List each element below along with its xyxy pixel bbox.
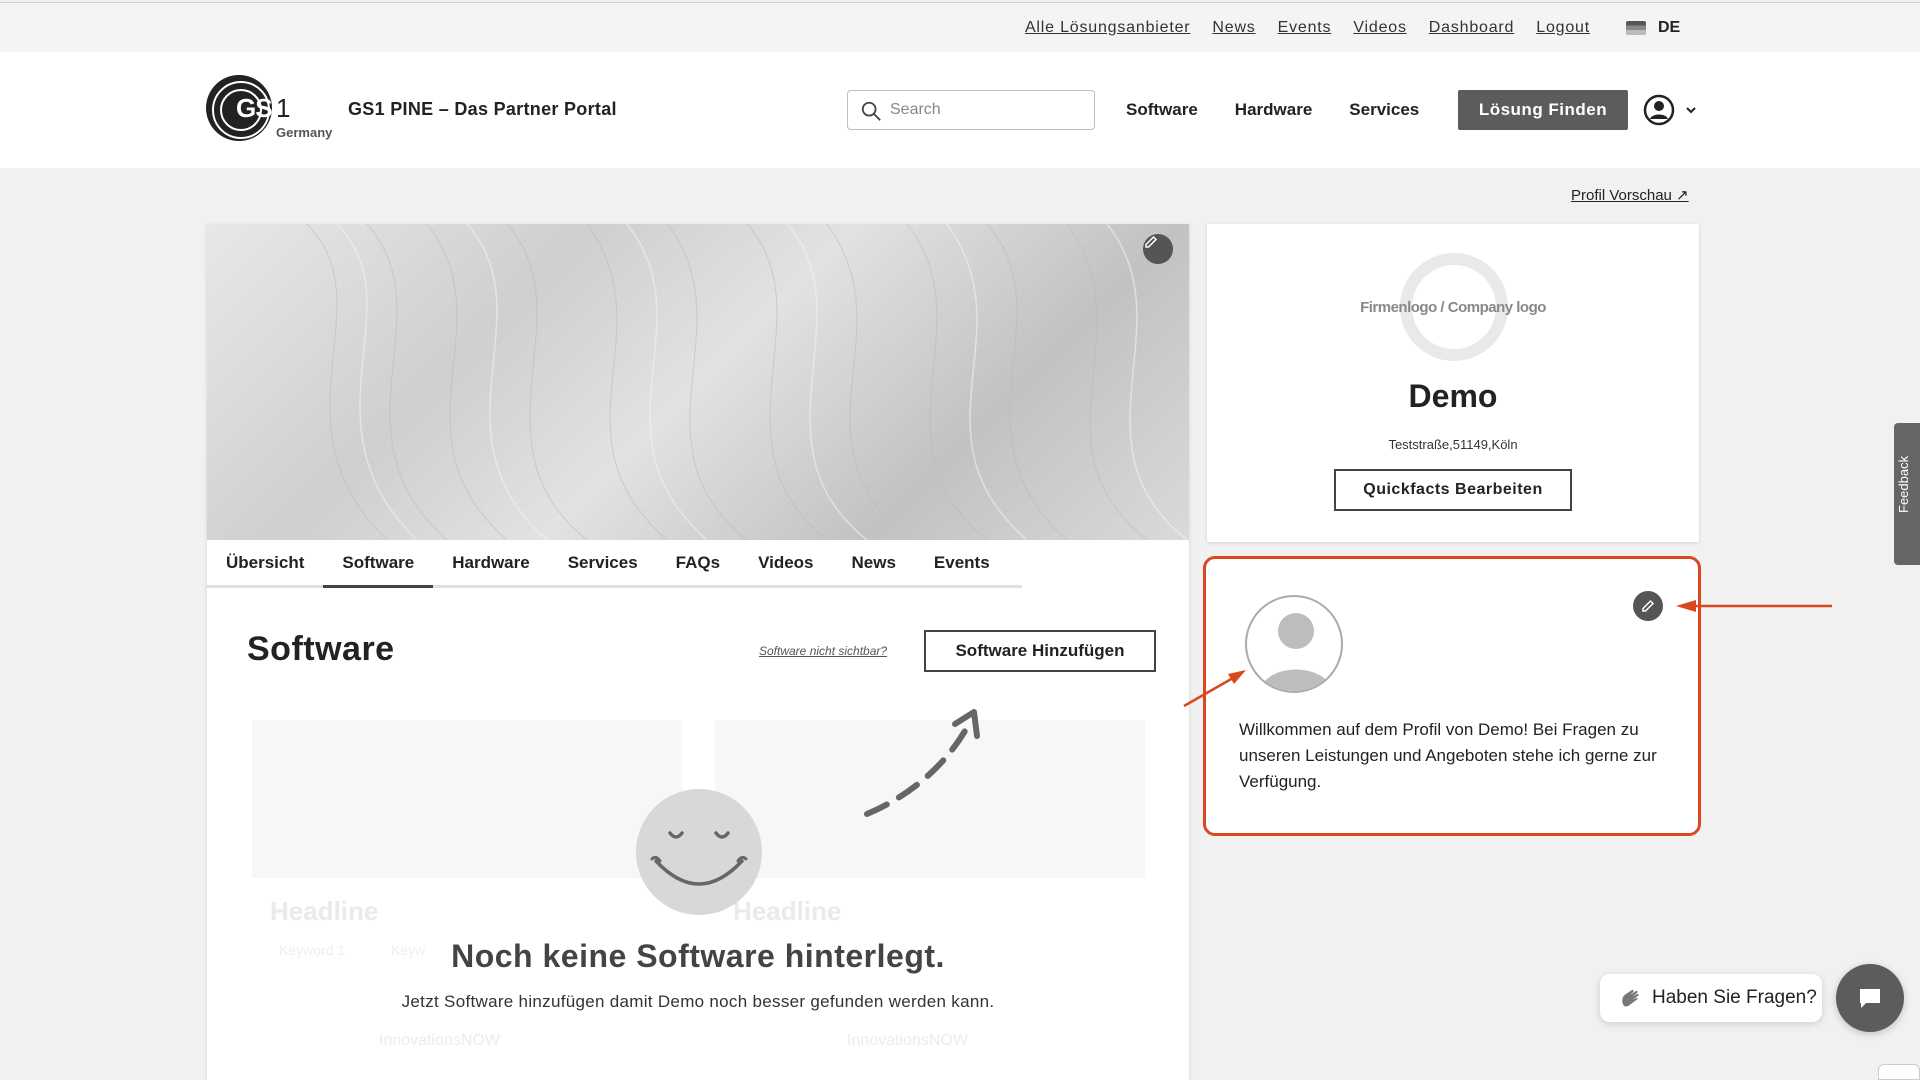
company-logo-label: Firmenlogo / Company logo	[1360, 299, 1546, 316]
contact-avatar	[1245, 595, 1343, 693]
tab-overview[interactable]: Übersicht	[207, 540, 323, 588]
smiley-icon	[636, 789, 762, 915]
section-title: Software	[247, 630, 395, 668]
user-avatar-icon	[1643, 94, 1675, 126]
ghost-brand-left: InnovationsNOW	[379, 1032, 500, 1049]
site-title: GS1 PINE – Das Partner Portal	[348, 99, 617, 119]
search-input[interactable]	[890, 91, 1090, 129]
tab-videos[interactable]: Videos	[739, 540, 832, 588]
link-logout[interactable]: Logout	[1536, 19, 1590, 37]
company-address: Teststraße,51149,Köln	[1388, 437, 1518, 452]
tab-faqs[interactable]: FAQs	[657, 540, 739, 588]
welcome-card: Willkommen auf dem Profil von Demo! Bei …	[1203, 556, 1701, 836]
chat-icon	[1860, 989, 1880, 1008]
ghost-card-left	[252, 720, 682, 878]
feedback-label: Feedback	[1896, 455, 1911, 513]
nav-software[interactable]: Software	[1126, 100, 1198, 120]
scroll-top-button[interactable]	[1878, 1064, 1920, 1080]
tab-news[interactable]: News	[833, 540, 915, 588]
link-dashboard[interactable]: Dashboard	[1429, 19, 1514, 37]
company-name: Demo	[1408, 378, 1498, 414]
link-events[interactable]: Events	[1278, 19, 1332, 37]
wave-hand-icon	[1622, 989, 1639, 1007]
top-utility-bar: Alle Lösungsanbieter News Events Videos …	[0, 2, 1920, 52]
profile-preview-link[interactable]: Profil Vorschau ↗	[1571, 186, 1689, 204]
nav-services[interactable]: Services	[1349, 100, 1419, 120]
company-card: Firmenlogo / Company logo Demo Teststraß…	[1207, 224, 1699, 542]
user-menu[interactable]	[1643, 94, 1697, 126]
logo-one: 1	[276, 93, 291, 123]
empty-state-subtitle: Jetzt Software hinzufügen damit Demo noc…	[401, 992, 995, 1011]
welcome-text: Willkommen auf dem Profil von Demo! Bei …	[1239, 720, 1657, 791]
find-solution-button[interactable]: Lösung Finden	[1458, 90, 1628, 130]
banner-wave-pattern	[306, 224, 1188, 540]
nav-hardware[interactable]: Hardware	[1235, 100, 1312, 120]
tab-events[interactable]: Events	[915, 540, 1009, 588]
search-icon	[861, 101, 881, 121]
chat-prompt-text: Haben Sie Fragen?	[1652, 987, 1817, 1008]
ghost-headline-left: Headline	[270, 896, 379, 926]
logo-subtitle: Germany	[276, 125, 333, 140]
language-code: DE	[1658, 19, 1681, 36]
flag-icon	[1626, 21, 1646, 35]
feedback-tab[interactable]: Feedback	[1894, 423, 1920, 565]
profile-tabs: Übersicht Software Hardware Services FAQ…	[207, 540, 1022, 588]
link-videos[interactable]: Videos	[1353, 19, 1406, 37]
ghost-brand-right: InnovationsNOW	[847, 1032, 968, 1049]
software-not-visible-link[interactable]: Software nicht sichtbar?	[759, 644, 887, 658]
logo-text: GS	[236, 93, 273, 123]
empty-state-title: Noch keine Software hinterlegt.	[451, 938, 945, 974]
link-news[interactable]: News	[1212, 19, 1255, 37]
chevron-down-icon	[1686, 107, 1696, 114]
main-header: GS 1 Germany GS1 PINE – Das Partner Port…	[0, 52, 1920, 168]
pencil-icon	[1145, 235, 1158, 248]
banner-edit-icon[interactable]	[1143, 234, 1173, 264]
add-software-button[interactable]: Software Hinzufügen	[924, 630, 1156, 672]
dashed-arrow-icon	[864, 709, 980, 817]
tab-software[interactable]: Software	[323, 540, 434, 588]
language-selector[interactable]: DE	[1626, 19, 1680, 37]
pencil-icon	[1642, 599, 1655, 612]
chat-prompt-bubble[interactable]: Haben Sie Fragen?	[1600, 974, 1822, 1022]
welcome-edit-icon[interactable]	[1633, 591, 1663, 621]
profile-main-card: Übersicht Software Hardware Services FAQ…	[207, 224, 1189, 1080]
profile-banner	[207, 224, 1189, 540]
tab-hardware[interactable]: Hardware	[433, 540, 548, 588]
utility-nav: Alle Lösungsanbieter News Events Videos …	[1025, 19, 1590, 37]
search-box	[847, 90, 1095, 130]
person-icon	[1259, 613, 1333, 691]
tab-services[interactable]: Services	[549, 540, 657, 588]
edit-quickfacts-button[interactable]: Quickfacts Bearbeiten	[1334, 469, 1572, 511]
gs1-logo[interactable]: GS 1 Germany	[206, 75, 332, 145]
main-nav: Software Hardware Services	[1126, 100, 1419, 120]
chat-button[interactable]	[1836, 964, 1904, 1032]
link-all-providers[interactable]: Alle Lösungsanbieter	[1025, 19, 1190, 37]
